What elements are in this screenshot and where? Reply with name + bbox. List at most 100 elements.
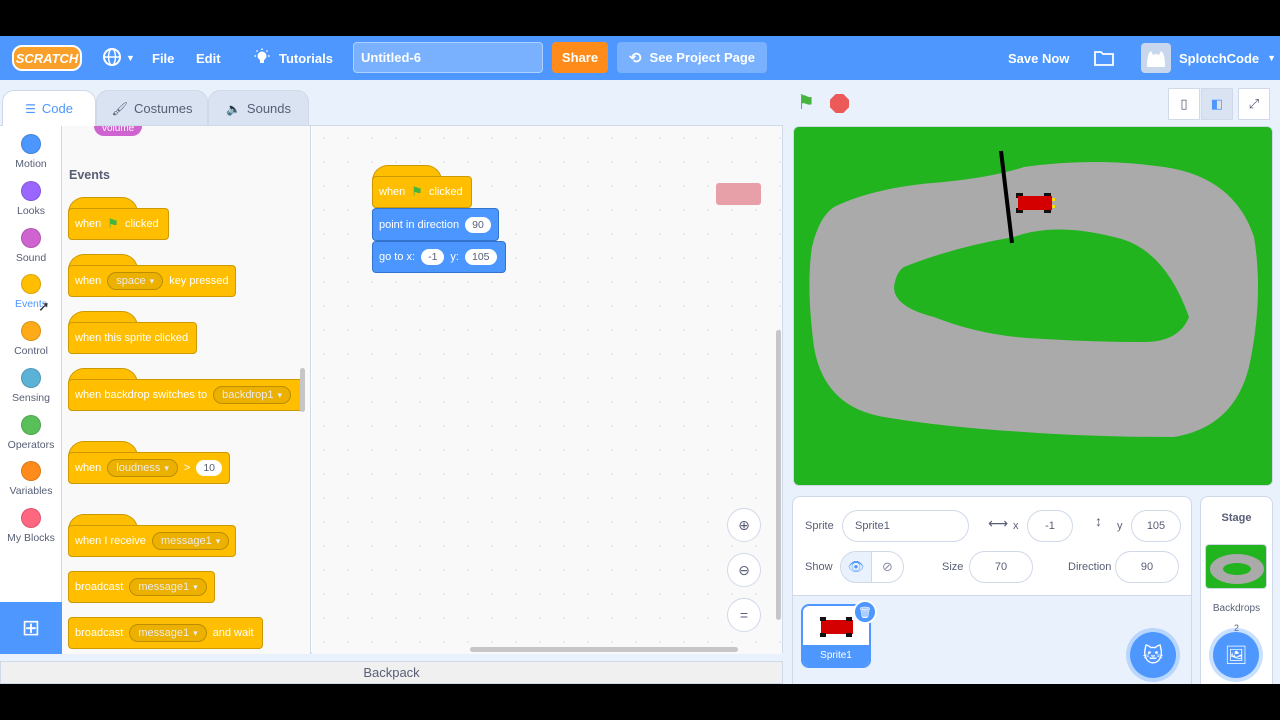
category-label: Motion xyxy=(15,158,47,170)
category-dot xyxy=(21,274,41,294)
edit-menu[interactable]: Edit xyxy=(196,36,221,80)
block-text: key pressed xyxy=(169,275,229,287)
category-motion[interactable]: Motion xyxy=(0,132,62,178)
block-text: and wait xyxy=(212,627,254,639)
block-when-backdrop-switches[interactable]: when backdrop switches to backdrop1 xyxy=(68,379,304,411)
backdrops-label: Backdrops xyxy=(1212,603,1261,614)
palette-scrollbar[interactable] xyxy=(300,368,305,412)
message-dropdown[interactable]: message1 xyxy=(151,532,230,550)
block-when-flag-clicked[interactable]: when ⚑ clicked xyxy=(68,208,169,240)
message-dropdown[interactable]: message1 xyxy=(129,578,207,596)
category-label: Sound xyxy=(15,252,47,264)
save-now-button[interactable]: Save Now xyxy=(1008,36,1069,80)
block-text: when xyxy=(75,218,102,230)
category-label: Sensing xyxy=(12,392,50,404)
block-when-key-pressed[interactable]: when space key pressed xyxy=(68,265,236,297)
block-text: when xyxy=(75,275,102,287)
category-my-blocks[interactable]: My Blocks xyxy=(0,506,62,552)
category-sensing[interactable]: Sensing xyxy=(0,366,62,412)
zoom-in-button[interactable]: ⊕ xyxy=(727,508,761,542)
script-vertical-scrollbar[interactable] xyxy=(776,330,781,620)
file-menu[interactable]: File xyxy=(152,36,174,80)
stage-canvas[interactable] xyxy=(793,126,1273,486)
zoom-out-button[interactable]: ⊖ xyxy=(727,553,761,587)
scratch-logo[interactable]: SCRATCH xyxy=(12,45,82,71)
block-when-i-receive[interactable]: when I receive message1 xyxy=(68,525,236,557)
block-palette: volume Events when ⚑ clicked when space … xyxy=(62,126,311,654)
direction-input[interactable]: 90 xyxy=(465,216,491,233)
add-extension-icon: ⊞ xyxy=(21,615,41,640)
x-input[interactable]: -1 xyxy=(421,249,445,265)
script-area[interactable]: when ⚑ clicked point in direction 90 go … xyxy=(312,126,782,654)
see-project-page-button[interactable]: ⟲ See Project Page xyxy=(617,42,767,73)
delete-sprite-button[interactable]: 🗑 xyxy=(853,600,877,624)
language-menu[interactable]: ▼ xyxy=(102,36,135,80)
x-arrow-icon: ⟷ xyxy=(988,515,1009,531)
choose-backdrop-button[interactable]: 🖼 xyxy=(1213,632,1259,678)
folder-icon[interactable] xyxy=(1094,36,1114,80)
show-visible-button[interactable]: 👁 xyxy=(840,551,872,583)
category-sound[interactable]: Sound xyxy=(0,226,62,272)
code-icon: ☰ xyxy=(25,101,36,116)
script-go-to-xy[interactable]: go to x: -1 y: 105 xyxy=(372,241,506,273)
block-broadcast-and-wait[interactable]: broadcast message1 and wait xyxy=(68,617,263,649)
stop-button[interactable] xyxy=(830,94,849,113)
race-track-backdrop xyxy=(794,127,1272,485)
speaker-icon: 🔈 xyxy=(225,101,241,116)
tab-code[interactable]: ☰ Code xyxy=(2,90,96,126)
add-extension-button[interactable]: ⊞ xyxy=(0,602,62,654)
tab-costumes[interactable]: 🖌 Costumes xyxy=(96,90,208,126)
script-when-flag-clicked[interactable]: when ⚑ clicked xyxy=(372,176,472,208)
tab-sounds[interactable]: 🔈 Sounds xyxy=(208,90,309,126)
block-when-sprite-clicked[interactable]: when this sprite clicked xyxy=(68,322,197,354)
partial-sound-block[interactable]: volume xyxy=(94,126,143,136)
project-title-input[interactable] xyxy=(353,42,543,73)
category-label: Variables xyxy=(9,485,53,497)
direction-label: Direction xyxy=(1068,561,1112,573)
category-looks[interactable]: Looks xyxy=(0,179,62,225)
category-dot xyxy=(21,228,41,248)
brush-icon: 🖌 xyxy=(111,100,128,116)
category-control[interactable]: Control xyxy=(0,319,62,365)
sprite-preview-ghost xyxy=(716,183,761,205)
sprite-name-field[interactable]: Sprite1 xyxy=(842,510,969,542)
loudness-dropdown[interactable]: loudness xyxy=(107,459,178,477)
y-arrow-icon: ↕ xyxy=(1095,513,1102,529)
script-horizontal-scrollbar[interactable] xyxy=(470,647,738,652)
chevron-down-icon: ▼ xyxy=(126,53,135,63)
choose-sprite-button[interactable]: 🐱 xyxy=(1130,632,1176,678)
block-when-loudness[interactable]: when loudness > 10 xyxy=(68,452,230,484)
show-label: Show xyxy=(805,561,833,573)
backdrop-thumbnail[interactable] xyxy=(1205,544,1267,589)
category-events[interactable]: Events xyxy=(0,272,62,318)
category-variables[interactable]: Variables xyxy=(0,459,62,505)
backdrop-dropdown[interactable]: backdrop1 xyxy=(213,386,291,404)
category-dot xyxy=(21,181,41,201)
direction-field[interactable]: 90 xyxy=(1115,551,1179,583)
size-field[interactable]: 70 xyxy=(969,551,1033,583)
y-field[interactable]: 105 xyxy=(1131,510,1181,542)
block-broadcast[interactable]: broadcast message1 xyxy=(68,571,215,603)
backpack[interactable]: Backpack xyxy=(0,661,783,684)
block-text: point in direction xyxy=(379,218,460,231)
block-text: clicked xyxy=(428,186,463,198)
message-dropdown[interactable]: message1 xyxy=(129,624,207,642)
sprite-info-panel: Sprite Sprite1 ⟷ x -1 ↕ y 105 Show 👁 ⊘ S… xyxy=(792,496,1192,596)
zoom-reset-button[interactable]: = xyxy=(727,598,761,632)
share-button[interactable]: Share xyxy=(552,42,608,73)
y-input[interactable]: 105 xyxy=(464,249,497,265)
green-flag-button[interactable]: ⚑ xyxy=(797,93,819,113)
account-menu[interactable]: SplotchCode ▼ xyxy=(1141,36,1276,80)
show-hidden-button[interactable]: ⊘ xyxy=(872,551,904,583)
key-dropdown[interactable]: space xyxy=(107,272,164,290)
category-menu: Motion Looks Sound Events Control Sensin… xyxy=(0,126,62,654)
large-stage-button[interactable]: ◧ xyxy=(1201,88,1233,120)
x-field[interactable]: -1 xyxy=(1027,510,1073,542)
category-operators[interactable]: Operators xyxy=(0,413,62,459)
car-sprite[interactable] xyxy=(1016,193,1056,213)
fullscreen-button[interactable]: ⤢ xyxy=(1238,88,1270,120)
loudness-input[interactable]: 10 xyxy=(196,460,222,476)
small-stage-button[interactable]: ▯ xyxy=(1168,88,1200,120)
script-point-in-direction[interactable]: point in direction 90 xyxy=(372,208,499,241)
tutorials-button[interactable]: Tutorials xyxy=(253,36,333,80)
